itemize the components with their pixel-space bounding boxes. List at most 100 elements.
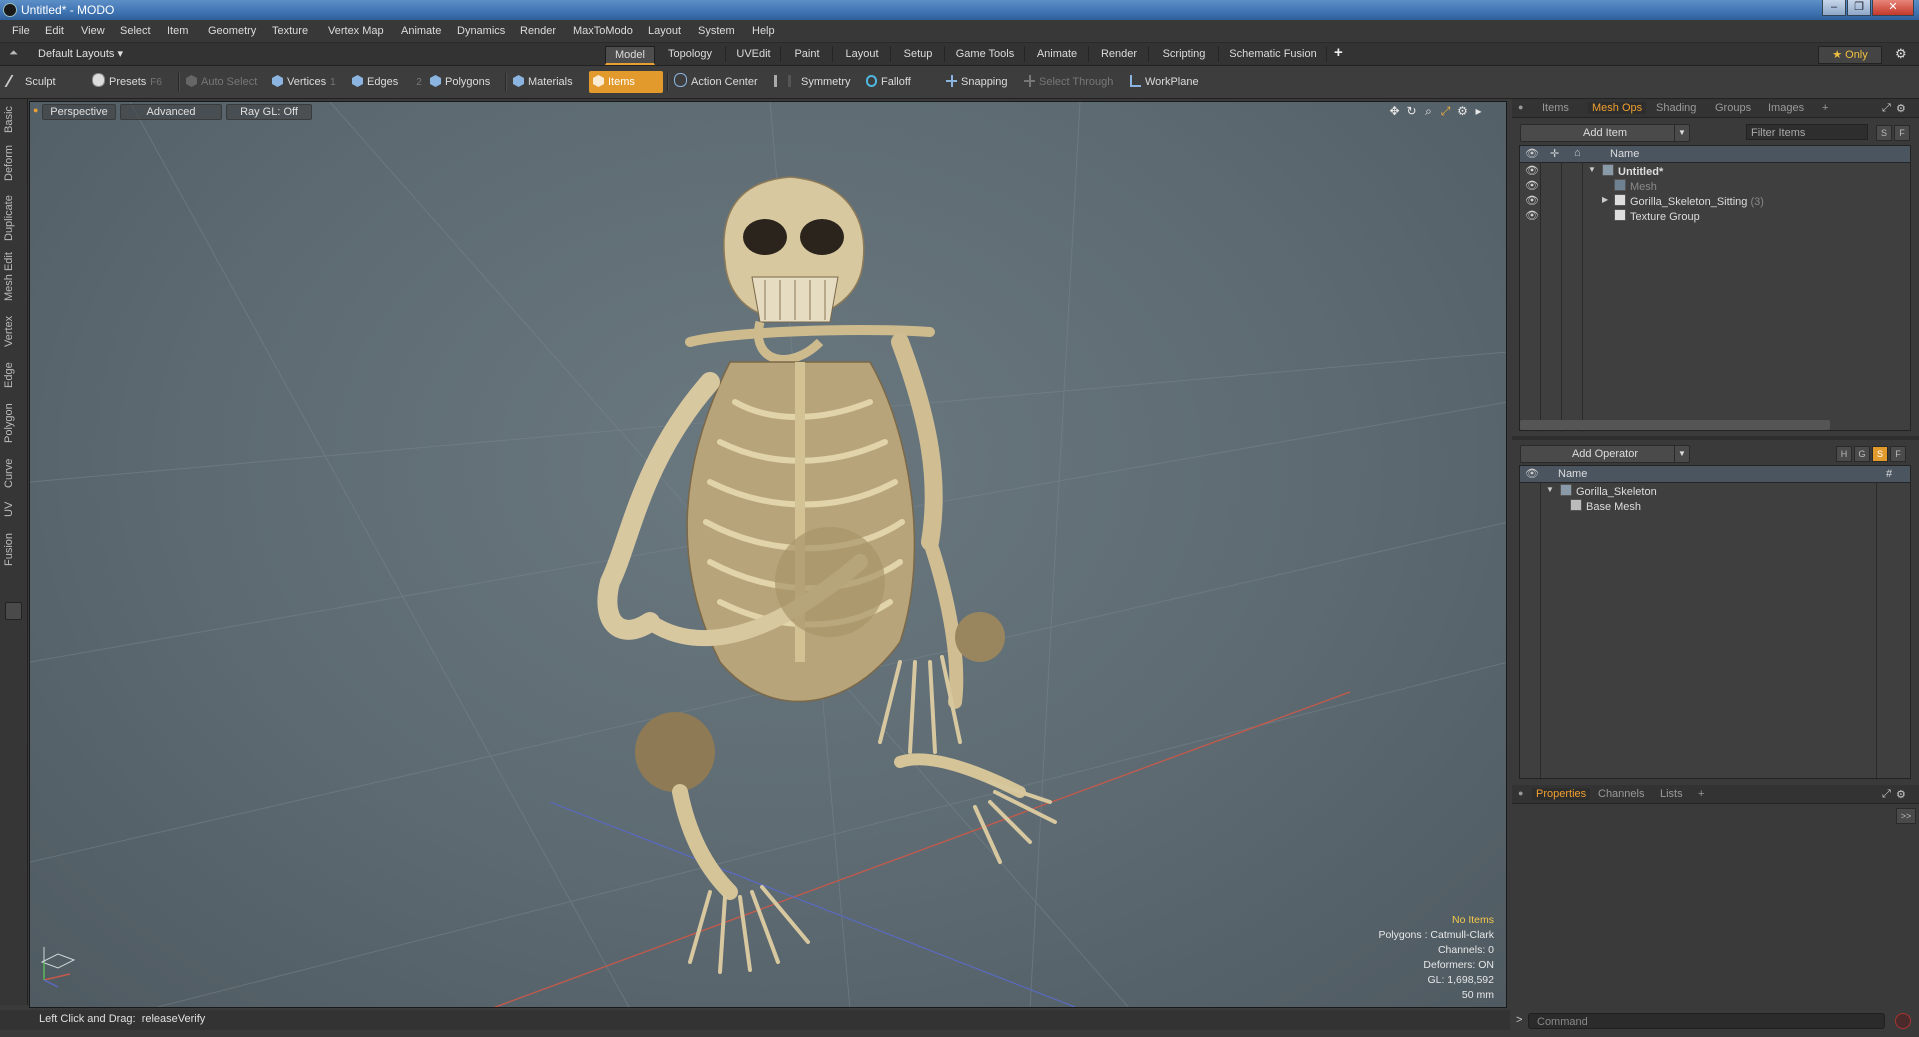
minimize-button[interactable]: – xyxy=(1822,0,1846,16)
fit-icon[interactable]: ⤢ xyxy=(1439,105,1452,118)
visibility-header-icon[interactable]: 👁 xyxy=(1525,147,1539,160)
advanced-dropdown[interactable]: Advanced xyxy=(120,104,222,120)
rotate-icon[interactable]: ↻ xyxy=(1405,105,1418,118)
vertices-button[interactable]: Vertices 1 xyxy=(272,71,344,93)
action-center-button[interactable]: Action Center xyxy=(674,71,760,93)
item-tree-scrollbar[interactable] xyxy=(1520,420,1830,430)
polygons-button[interactable]: Polygons xyxy=(430,71,502,93)
visibility-eye-icon[interactable]: 👁 xyxy=(1525,195,1539,207)
tree-row-texture-group[interactable]: 👁 Texture Group xyxy=(1520,209,1910,224)
panel-splitter[interactable] xyxy=(1512,436,1919,440)
tab-basic[interactable]: Basic xyxy=(3,103,23,137)
add-item-dropdown[interactable]: Add Item ▼ xyxy=(1520,124,1690,142)
tab-groups[interactable]: Groups xyxy=(1715,102,1751,114)
op-f-button[interactable]: F xyxy=(1890,446,1906,462)
tab-fusion[interactable]: Fusion xyxy=(3,529,23,569)
tab-uv[interactable]: UV xyxy=(3,497,23,521)
tab-schematic-fusion[interactable]: Schematic Fusion xyxy=(1220,46,1327,62)
filter-items-input[interactable]: Filter Items xyxy=(1746,124,1868,140)
items-button[interactable]: Items xyxy=(589,71,663,93)
tab-render[interactable]: Render xyxy=(1090,46,1149,62)
tab-paint[interactable]: Paint xyxy=(782,46,833,62)
menu-render[interactable]: Render xyxy=(520,25,556,37)
select-through-button[interactable]: Select Through xyxy=(1024,71,1118,93)
menu-edit[interactable]: Edit xyxy=(45,25,64,37)
maximize-button[interactable]: ❐ xyxy=(1847,0,1871,16)
add-operator-dropdown[interactable]: Add Operator ▼ xyxy=(1520,445,1690,463)
tab-images[interactable]: Images xyxy=(1768,102,1804,114)
menu-file[interactable]: File xyxy=(12,25,30,37)
menu-dynamics[interactable]: Dynamics xyxy=(457,25,505,37)
viewport-expand-icon[interactable]: ▸ xyxy=(1472,105,1485,118)
menu-texture[interactable]: Texture xyxy=(272,25,308,37)
tab-deform[interactable]: Deform xyxy=(3,143,23,183)
perspective-dropdown[interactable]: Perspective xyxy=(42,104,116,120)
ray-gl-toggle[interactable]: Ray GL: Off xyxy=(226,104,312,120)
gear-icon[interactable]: ⚙ xyxy=(1895,46,1907,62)
only-toggle[interactable]: ★ Only xyxy=(1818,46,1882,64)
add-tab-icon[interactable]: + xyxy=(1822,102,1828,114)
tab-lists[interactable]: Lists xyxy=(1660,788,1683,800)
tab-curve[interactable]: Curve xyxy=(3,455,23,491)
tab-polygon[interactable]: Polygon xyxy=(3,399,23,447)
op-name-column-header[interactable]: Name xyxy=(1558,468,1587,480)
visibility-header-icon[interactable]: 👁 xyxy=(1525,467,1539,480)
tab-channels[interactable]: Channels xyxy=(1598,788,1644,800)
edges-button[interactable]: Edges 2 xyxy=(352,71,422,93)
menu-help[interactable]: Help xyxy=(752,25,775,37)
op-s-button[interactable]: S xyxy=(1872,446,1888,462)
presets-button[interactable]: Presets F6 xyxy=(92,71,170,93)
tab-setup[interactable]: Setup xyxy=(892,46,945,62)
pan-icon[interactable]: ✥ xyxy=(1388,105,1401,118)
filter-f-button[interactable]: F xyxy=(1894,125,1910,141)
expand-arrow-icon[interactable]: ▼ xyxy=(1546,485,1554,494)
menu-animate[interactable]: Animate xyxy=(401,25,441,37)
materials-button[interactable]: Materials xyxy=(513,71,583,93)
tab-shading[interactable]: Shading xyxy=(1656,102,1696,114)
tab-topology[interactable]: Topology xyxy=(655,46,726,62)
properties-expand-button[interactable]: >> xyxy=(1896,808,1916,824)
viewport-settings-icon[interactable]: ⚙ xyxy=(1456,105,1469,118)
panel-menu-icon[interactable]: ● xyxy=(1518,102,1523,112)
tab-properties[interactable]: Properties xyxy=(1532,788,1591,800)
op-row-gorilla-skeleton[interactable]: ▼ Gorilla_Skeleton xyxy=(1520,484,1910,499)
default-layouts-dropdown[interactable]: Default Layouts ▾ xyxy=(38,47,123,60)
filter-s-button[interactable]: S xyxy=(1876,125,1892,141)
menu-vertex-map[interactable]: Vertex Map xyxy=(328,25,384,37)
layout-collapse-icon[interactable]: ⏶ xyxy=(9,47,18,60)
tab-mesh-ops[interactable]: Mesh Ops xyxy=(1588,102,1647,114)
tab-animate[interactable]: Animate xyxy=(1026,46,1089,62)
tab-duplicate[interactable]: Duplicate xyxy=(3,193,23,243)
visibility-eye-icon[interactable]: 👁 xyxy=(1525,210,1539,222)
name-column-header[interactable]: Name xyxy=(1610,148,1639,160)
symmetry-button[interactable]: Symmetry xyxy=(774,71,851,93)
close-button[interactable]: ✕ xyxy=(1872,0,1914,16)
sculpt-button[interactable]: Sculpt xyxy=(4,71,84,93)
add-layout-button[interactable]: + xyxy=(1334,44,1343,61)
panel-settings-icon[interactable]: ⚙ xyxy=(1896,102,1906,115)
auto-select-button[interactable]: Auto Select xyxy=(186,71,264,93)
tree-row-gorilla-skeleton-sitting[interactable]: 👁 ▶ Gorilla_Skeleton_Sitting (3) xyxy=(1520,194,1910,209)
expand-arrow-icon[interactable]: ▼ xyxy=(1588,165,1596,174)
tree-row-mesh[interactable]: 👁 Mesh xyxy=(1520,179,1910,194)
falloff-button[interactable]: Falloff xyxy=(866,71,930,93)
menu-maxtomodo[interactable]: MaxToModo xyxy=(573,25,633,37)
tab-game-tools[interactable]: Game Tools xyxy=(946,46,1025,62)
op-row-base-mesh[interactable]: Base Mesh xyxy=(1520,499,1910,514)
menu-item[interactable]: Item xyxy=(167,25,188,37)
menu-layout[interactable]: Layout xyxy=(648,25,681,37)
command-input[interactable]: Command xyxy=(1528,1013,1885,1029)
menu-geometry[interactable]: Geometry xyxy=(208,25,256,37)
panel-settings-icon[interactable]: ⚙ xyxy=(1896,788,1906,801)
panel-menu-icon[interactable]: ● xyxy=(1518,788,1523,798)
tab-scripting[interactable]: Scripting xyxy=(1150,46,1219,62)
tab-vertex[interactable]: Vertex xyxy=(3,311,23,351)
visibility-eye-icon[interactable]: 👁 xyxy=(1525,165,1539,177)
visibility-eye-icon[interactable]: 👁 xyxy=(1525,180,1539,192)
op-count-column-header[interactable]: # xyxy=(1886,468,1892,480)
render-header-icon[interactable]: ⌂ xyxy=(1574,147,1581,159)
viewport-menu-icon[interactable]: ● xyxy=(33,105,38,115)
menu-system[interactable]: System xyxy=(698,25,735,37)
3d-viewport[interactable]: ● Perspective Advanced Ray GL: Off ✥ ↻ ⌕… xyxy=(29,101,1507,1008)
tab-mesh-edit[interactable]: Mesh Edit xyxy=(3,251,23,303)
